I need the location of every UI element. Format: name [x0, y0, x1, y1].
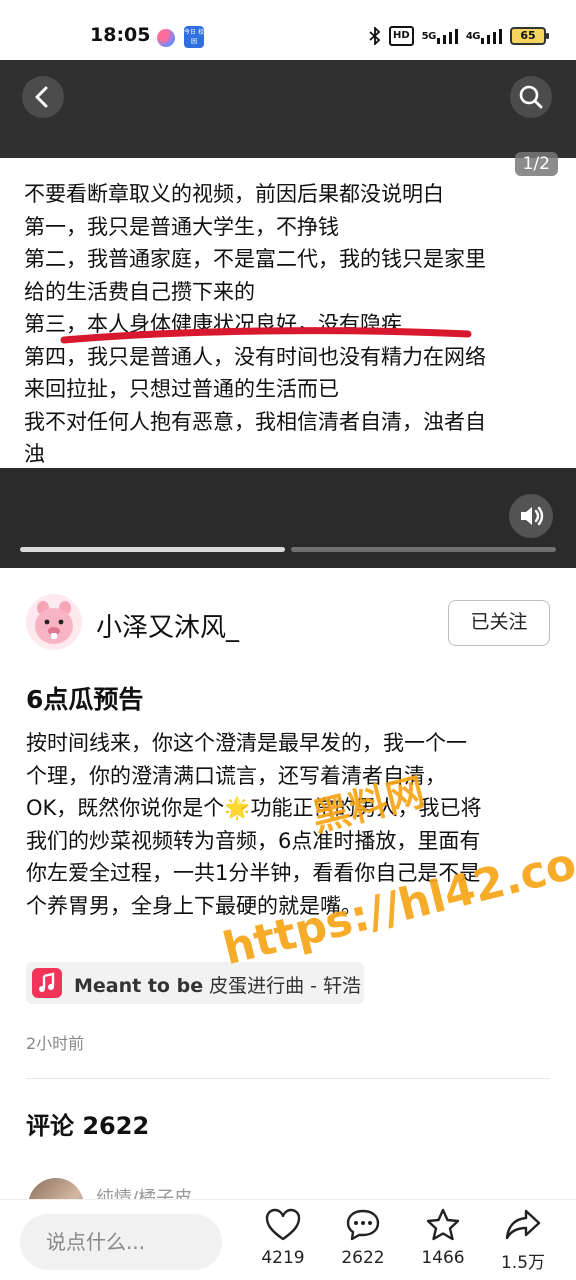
comment-count: 2622	[341, 1248, 385, 1268]
campus-app-icon: 今日 校园	[184, 26, 204, 48]
slide-text: 不要看断章取义的视频，前因后果都没说明白 第一，我只是普通大学生，不挣钱 第二，…	[24, 178, 554, 471]
hd-icon: HD	[388, 26, 414, 46]
music-artist: 皮蛋进行曲 - 轩浩	[203, 975, 362, 997]
post-time: 2小时前	[26, 1034, 85, 1053]
battery-icon: 65	[510, 27, 549, 45]
music-chip[interactable]: Meant to be 皮蛋进行曲 - 轩浩	[26, 962, 364, 1004]
divider	[26, 1078, 550, 1079]
search-icon	[519, 85, 543, 109]
favorite-button[interactable]: 1466	[408, 1208, 478, 1276]
notification-app-icon	[157, 29, 175, 47]
post-body-line: OK，既然你说你是个🌟功能正常的男人，我已将	[26, 796, 482, 820]
post-title: 6点瓜预告	[26, 685, 144, 714]
back-button[interactable]	[22, 76, 64, 118]
slide-line: 浊	[24, 442, 45, 466]
image-slide[interactable]: 不要看断章取义的视频，前因后果都没说明白 第一，我只是普通大学生，不挣钱 第二，…	[0, 158, 576, 468]
share-arrow-icon	[505, 1209, 541, 1240]
slide-line: 不要看断章取义的视频，前因后果都没说明白	[24, 182, 444, 206]
comment-bubble-icon	[346, 1209, 380, 1241]
search-button[interactable]	[510, 76, 552, 118]
speaker-icon	[521, 506, 544, 526]
slide-line: 第一，我只是普通大学生，不挣钱	[24, 214, 339, 239]
music-note-icon	[32, 968, 62, 998]
post-body-line: 个理，你的澄清满口谎言，还写着清者自清，	[26, 763, 446, 788]
share-button[interactable]: 1.5万	[488, 1208, 558, 1276]
follow-button[interactable]: 已关注	[448, 600, 550, 646]
signal-5g-label: 5G	[421, 30, 437, 42]
post-body-line: 按时间线来，你这个澄清是最早发的，我一个一	[26, 731, 467, 755]
bluetooth-icon	[369, 26, 381, 46]
slide-progress-2	[291, 547, 556, 552]
slide-line: 第二，我普通家庭，不是富二代，我的钱只是家里	[24, 247, 486, 271]
slide-line: 我不对任何人抱有恶意，我相信清者自清，浊者自	[24, 409, 486, 434]
status-icons: HD 5G 4G 65	[369, 26, 549, 46]
bottom-action-bar: 说点什么... 4219 2622 1466 1.5万	[0, 1200, 576, 1280]
favorite-count: 1466	[421, 1248, 465, 1268]
post-body-line: 你左爱全过程，一共1分半钟，看看你自己是不是	[26, 861, 481, 885]
post-body-line: 我们的炒菜视频转为音频，6点准时播放，里面有	[26, 828, 481, 853]
comment-button[interactable]: 2622	[328, 1208, 398, 1276]
author-name[interactable]: 小泽又沐风_	[96, 607, 239, 644]
music-title: Meant to be	[74, 975, 204, 997]
red-underline-mark	[60, 327, 472, 344]
share-count: 1.5万	[500, 1253, 546, 1273]
slide-line: 来回拉扯，只想过普通的生活而已	[24, 377, 339, 401]
heart-icon	[265, 1208, 301, 1241]
like-count: 4219	[261, 1248, 305, 1268]
comment-input[interactable]: 说点什么...	[20, 1214, 222, 1270]
slide-line: 给的生活费自己攒下来的	[24, 279, 255, 304]
page-counter: 1/2	[514, 152, 558, 176]
signal-4g-label: 4G	[465, 30, 481, 42]
signal-4g-icon: 4G	[466, 26, 502, 46]
comments-title: 评论 2622	[26, 1112, 150, 1140]
post-media[interactable]: 不要看断章取义的视频，前因后果都没说明白 第一，我只是普通大学生，不挣钱 第二，…	[0, 60, 576, 568]
sound-button[interactable]	[509, 494, 553, 538]
status-time: 18:05	[90, 24, 151, 46]
signal-5g-icon: 5G	[422, 26, 458, 46]
post-body: 按时间线来，你这个澄清是最早发的，我一个一 个理，你的澄清满口谎言，还写着清者自…	[26, 727, 554, 922]
star-icon	[426, 1208, 460, 1241]
music-label: Meant to be 皮蛋进行曲 - 轩浩	[74, 971, 361, 998]
media-top-bar	[0, 60, 576, 158]
status-bar: 18:05 今日 校园 HD 5G 4G 65	[0, 0, 576, 60]
author-avatar[interactable]	[26, 594, 82, 650]
post-body-line: 个养胃男，全身上下最硬的就是嘴。	[26, 893, 362, 918]
back-arrow-icon	[35, 86, 48, 108]
like-button[interactable]: 4219	[248, 1208, 318, 1276]
slide-progress-1	[20, 547, 285, 552]
